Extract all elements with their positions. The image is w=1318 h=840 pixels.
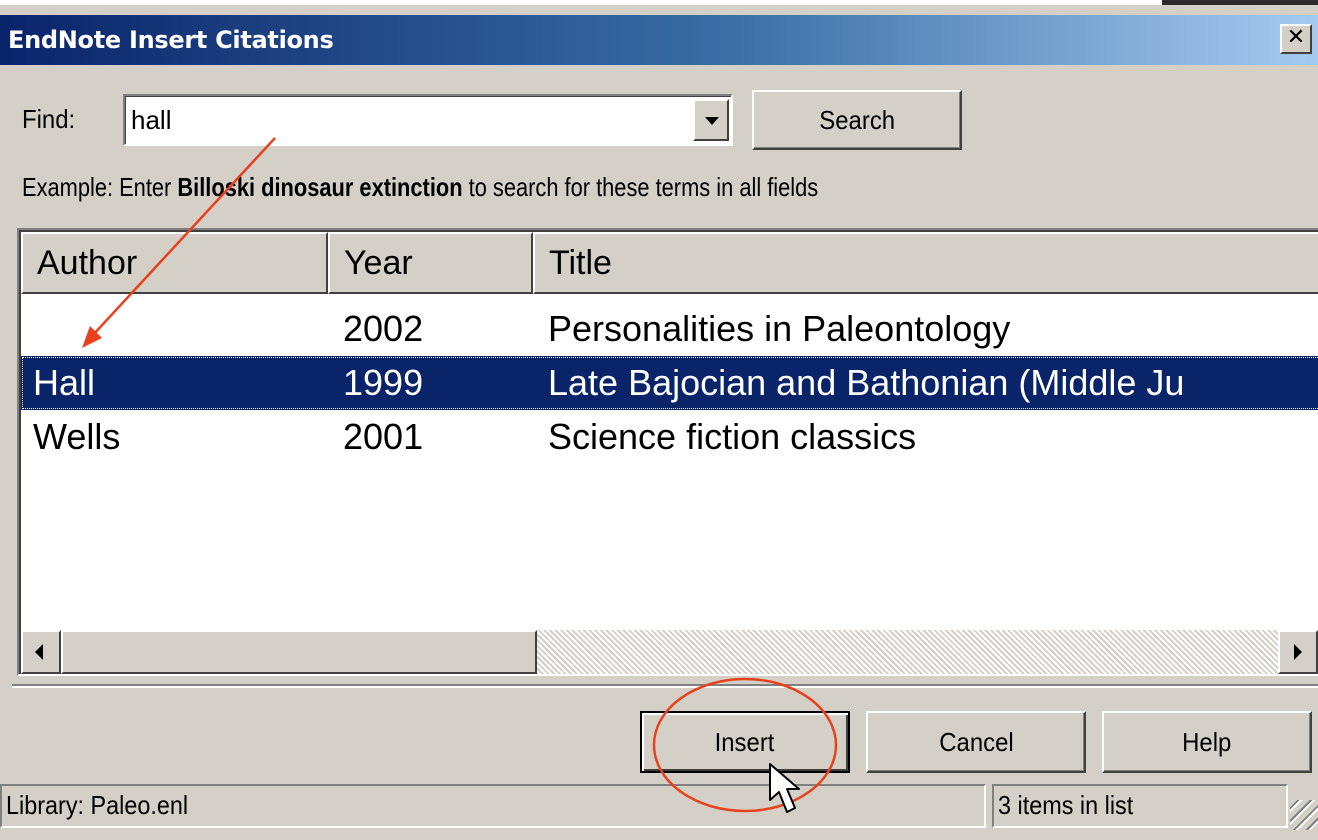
column-header-title[interactable]: Title [533, 232, 1318, 294]
cell-author: Wells [33, 416, 121, 457]
horizontal-scrollbar[interactable] [21, 630, 1318, 674]
resize-grip-icon[interactable] [1290, 800, 1318, 830]
insert-button[interactable]: Insert [640, 711, 850, 773]
list-row[interactable]: 2002 Personalities in Paleontology [21, 302, 1318, 356]
scroll-left-icon[interactable] [21, 630, 61, 674]
list-header: Author Year Title [21, 232, 1318, 294]
window-title: EndNote Insert Citations [8, 26, 334, 54]
cell-year: 2001 [343, 416, 424, 457]
close-button[interactable]: ✕ [1280, 24, 1312, 54]
list-row-selected[interactable]: Hall 1999 Late Bajocian and Bathonian (M… [21, 356, 1318, 410]
help-button[interactable]: Help [1102, 711, 1312, 773]
dropdown-arrow-icon[interactable] [693, 99, 729, 141]
find-input[interactable] [131, 104, 691, 136]
cell-year: 1999 [343, 362, 424, 403]
status-item-count: 3 items in list [992, 784, 1288, 828]
example-terms: Billoski dinosaur extinction [177, 172, 463, 202]
cell-title: Personalities in Paleontology [548, 308, 1011, 349]
column-header-year[interactable]: Year [328, 232, 533, 294]
cell-title: Late Bajocian and Bathonian (Middle Ju [548, 362, 1185, 403]
list-row[interactable]: Wells 2001 Science fiction classics [21, 410, 1318, 464]
find-label: Find: [22, 104, 76, 134]
citation-list[interactable]: Author Year Title 2002 Personalities in … [17, 228, 1318, 676]
scrollbar-thumb[interactable] [61, 630, 537, 674]
cell-year: 2002 [343, 308, 424, 349]
search-button[interactable]: Search [752, 90, 962, 150]
column-header-author[interactable]: Author [21, 232, 328, 294]
cell-title: Science fiction classics [548, 416, 917, 457]
title-bar: EndNote Insert Citations ✕ [0, 15, 1318, 65]
search-hint: Example: Enter Billoski dinosaur extinct… [22, 172, 819, 202]
find-combobox[interactable] [123, 94, 733, 146]
cancel-button[interactable]: Cancel [866, 711, 1086, 773]
close-icon: ✕ [1286, 25, 1306, 50]
cell-author: Hall [33, 362, 96, 403]
divider [12, 684, 1318, 688]
status-library: Library: Paleo.enl [0, 784, 986, 828]
scroll-right-icon[interactable] [1278, 630, 1318, 674]
